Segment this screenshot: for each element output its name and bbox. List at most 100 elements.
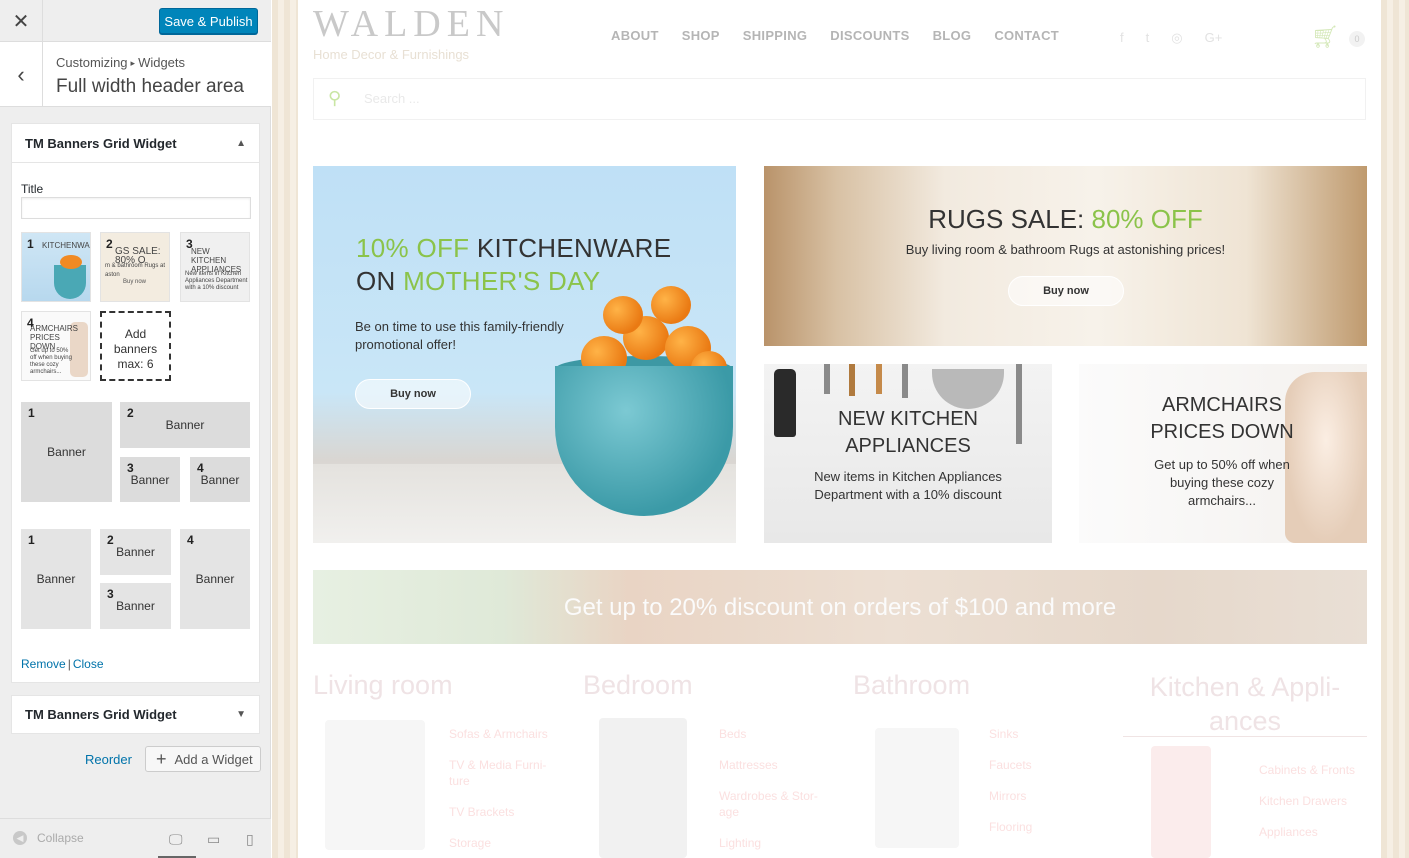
chair-image bbox=[325, 720, 425, 850]
save-publish-button[interactable]: Save & Publish bbox=[159, 8, 258, 34]
category-link[interactable]: Mattresses bbox=[719, 757, 839, 773]
site-logo[interactable]: WALDEN bbox=[313, 2, 509, 46]
back-button[interactable]: ‹ bbox=[0, 42, 43, 107]
add-banners-max: max: 6 bbox=[117, 357, 154, 371]
caret-down-icon[interactable]: ▼ bbox=[236, 709, 246, 720]
nav-discounts[interactable]: DISCOUNTS bbox=[830, 28, 909, 43]
layout-a-banner-2[interactable]: 2 Banner bbox=[120, 402, 250, 448]
buy-now-button[interactable]: Buy now bbox=[355, 379, 471, 409]
search-icon: ⚲ bbox=[328, 88, 342, 108]
widget-title: TM Banners Grid Widget bbox=[25, 135, 177, 151]
site-search-bar[interactable]: ⚲ Search ... bbox=[313, 78, 1366, 120]
cart-icon[interactable]: 🛒︎ bbox=[1311, 24, 1339, 50]
layout-a-banner-4[interactable]: 4 Banner bbox=[190, 457, 250, 502]
main-nav: ABOUT SHOP SHIPPING DISCOUNTS BLOG CONTA… bbox=[611, 28, 1059, 43]
category-link[interactable]: Wardrobes & Stor- bbox=[719, 788, 839, 804]
twitter-icon[interactable]: t bbox=[1146, 30, 1150, 46]
category-title[interactable]: Bedroom bbox=[583, 670, 693, 701]
facebook-icon[interactable]: f bbox=[1120, 30, 1124, 46]
category-link[interactable]: Mirrors bbox=[989, 788, 1109, 804]
mobile-preview-icon[interactable]: ▯ bbox=[246, 831, 254, 848]
tablet-preview-icon[interactable]: ▭ bbox=[207, 831, 220, 848]
layout-slot-label: Banner bbox=[195, 572, 235, 586]
layout-slot-number: 4 bbox=[197, 461, 204, 475]
banners-grid-widget-collapsed[interactable]: TM Banners Grid Widget ▼ bbox=[11, 695, 260, 734]
close-link[interactable]: Close bbox=[73, 657, 104, 671]
widget-header[interactable]: TM Banners Grid Widget ▲ bbox=[12, 124, 259, 163]
site-tagline: Home Decor & Furnishings bbox=[313, 47, 470, 62]
nav-blog[interactable]: BLOG bbox=[933, 28, 972, 43]
breadcrumb-arrow-icon: ▸ bbox=[130, 58, 136, 68]
banner-thumb-3[interactable]: 3 NEW KITCHEN APPLIANCES New items in Ki… bbox=[180, 232, 250, 302]
layout-b-banner-3[interactable]: 3 Banner bbox=[100, 583, 171, 629]
category-title[interactable]: Living room bbox=[313, 670, 453, 701]
layout-a-banner-3[interactable]: 3 Banner bbox=[120, 457, 180, 502]
banner-thumb-4[interactable]: 4 ARMCHAIRS PRICES DOWN Get up to 50% of… bbox=[21, 311, 91, 381]
nav-shop[interactable]: SHOP bbox=[682, 28, 720, 43]
banner-armchairs[interactable]: ARMCHAIRS PRICES DOWN Get up to 50% off … bbox=[1079, 364, 1367, 543]
collapse-button[interactable]: ◀ Collapse bbox=[13, 831, 84, 845]
category-kitchen: Kitchen & Appli- ances Cabinets & Fronts… bbox=[1123, 670, 1367, 858]
instagram-icon[interactable]: ◎ bbox=[1171, 30, 1182, 46]
promo-strip[interactable]: Get up to 20% discount on orders of $100… bbox=[313, 570, 1367, 644]
category-link[interactable]: Faucets bbox=[989, 757, 1109, 773]
breadcrumb: Customizing ▸ Widgets bbox=[56, 55, 185, 70]
layout-slot-label: Banner bbox=[116, 599, 155, 613]
category-link[interactable]: ture bbox=[449, 773, 569, 789]
category-link[interactable]: Appliances bbox=[1259, 824, 1369, 840]
utensil-image bbox=[824, 364, 830, 394]
category-link[interactable]: age bbox=[719, 804, 839, 820]
caret-up-icon[interactable]: ▲ bbox=[236, 138, 246, 149]
banner-kitchen-appliances[interactable]: NEW KITCHEN APPLIANCES New items in Kitc… bbox=[764, 364, 1052, 543]
banner-thumb-1[interactable]: 1 KITCHENWARE bbox=[21, 232, 91, 302]
google-plus-icon[interactable]: G+ bbox=[1205, 30, 1223, 46]
layout-b-banner-1[interactable]: 1 Banner bbox=[21, 529, 91, 629]
banner-title-text: KITCHENWARE bbox=[469, 233, 672, 263]
category-link[interactable]: Kitchen Drawers bbox=[1259, 793, 1369, 809]
add-banners-button[interactable]: Add banners max: 6 bbox=[100, 311, 171, 381]
category-divider bbox=[1123, 736, 1367, 737]
nav-contact[interactable]: CONTACT bbox=[994, 28, 1059, 43]
layout-slot-label: Banner bbox=[116, 545, 155, 559]
nav-shipping[interactable]: SHIPPING bbox=[743, 28, 808, 43]
add-widget-button[interactable]: + Add a Widget bbox=[145, 746, 261, 772]
bowl-image bbox=[54, 265, 86, 299]
close-customizer-button[interactable]: ✕ bbox=[0, 0, 43, 42]
layout-b-banner-2[interactable]: 2 Banner bbox=[100, 529, 171, 575]
section-title: Full width header area bbox=[56, 76, 244, 97]
category-link[interactable]: Cabinets & Fronts bbox=[1259, 762, 1369, 778]
banner-text: Get up to 50% off when buying these cozy… bbox=[1154, 457, 1290, 508]
category-link[interactable]: Sofas & Armchairs bbox=[449, 726, 569, 742]
nav-about[interactable]: ABOUT bbox=[611, 28, 659, 43]
banner-kitchenware[interactable]: 10% OFF KITCHENWARE ON MOTHER'S DAY Be o… bbox=[313, 166, 736, 543]
buy-now-button[interactable]: Buy now bbox=[1008, 276, 1124, 306]
category-link[interactable]: Sinks bbox=[989, 726, 1109, 742]
reorder-link[interactable]: Reorder bbox=[85, 752, 132, 767]
wood-background bbox=[1381, 0, 1409, 858]
banner-thumb-2[interactable]: 2 GS SALE: 80% O m & bathroom Rugs at as… bbox=[100, 232, 170, 302]
category-link[interactable]: Storage bbox=[449, 835, 569, 851]
cart-count-badge: 0 bbox=[1349, 31, 1365, 47]
category-link[interactable]: TV Brackets bbox=[449, 804, 569, 820]
layout-slot-number: 4 bbox=[187, 533, 194, 547]
layout-slot-number: 3 bbox=[127, 461, 134, 475]
desktop-preview-icon[interactable]: 🖵 bbox=[169, 831, 183, 848]
category-living-room: Living room Sofas & Armchairs TV & Media… bbox=[313, 670, 548, 850]
banner-title-text: ON bbox=[356, 266, 404, 296]
category-link[interactable]: Lighting bbox=[719, 835, 839, 851]
widget-actions: Remove | Close bbox=[21, 657, 104, 671]
banner-title-highlight: MOTHER'S DAY bbox=[403, 266, 601, 296]
banner-rugs-sale[interactable]: RUGS SALE: 80% OFF Buy living room & bat… bbox=[764, 166, 1367, 346]
category-link[interactable]: Beds bbox=[719, 726, 839, 742]
category-link[interactable]: TV & Media Furni- bbox=[449, 757, 569, 773]
layout-a-banner-1[interactable]: 1 Banner bbox=[21, 402, 112, 502]
banner-thumb-text: ARMCHAIRS PRICES DOWN bbox=[30, 324, 79, 351]
category-title[interactable]: Kitchen & Appli- ances bbox=[1123, 670, 1367, 738]
remove-link[interactable]: Remove bbox=[21, 657, 66, 671]
knife-image bbox=[849, 364, 855, 396]
title-input[interactable] bbox=[21, 197, 251, 219]
category-title[interactable]: Bathroom bbox=[853, 670, 970, 701]
layout-b-banner-4[interactable]: 4 Banner bbox=[180, 529, 250, 629]
category-link[interactable]: Flooring bbox=[989, 819, 1109, 835]
add-widget-label: Add a Widget bbox=[174, 751, 253, 767]
